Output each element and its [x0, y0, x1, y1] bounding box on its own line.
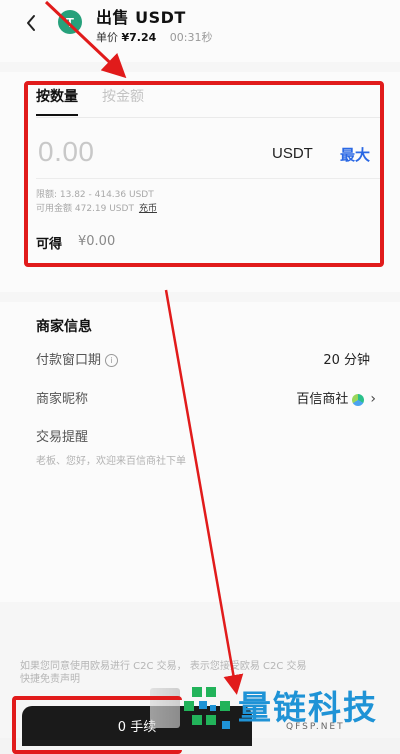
verified-badge-icon	[352, 393, 365, 406]
price-value: ¥7.24	[121, 31, 157, 44]
receive-value: ¥0.00	[78, 234, 116, 249]
tabs-divider	[36, 117, 380, 118]
merchant-nickname-link[interactable]: 百信商社 ›	[296, 388, 376, 407]
recharge-link[interactable]: 充币	[139, 204, 157, 214]
quantity-input[interactable]: 0.00	[38, 136, 95, 168]
price-label: 单价	[96, 31, 118, 44]
unit-label: USDT	[272, 145, 313, 162]
order-mode-tabs: 按数量 按金额	[36, 86, 144, 116]
info-icon[interactable]: i	[105, 354, 119, 367]
watermark-domain: QFSP.NET	[286, 722, 345, 732]
page-title: 出售 USDT	[96, 8, 186, 27]
available-text: 可用金额 472.19 USDT	[36, 204, 134, 214]
coin-symbol: T	[66, 14, 74, 30]
input-underline	[36, 178, 380, 179]
nickname-label: 商家昵称	[36, 392, 89, 407]
nickname-value: 百信商社	[296, 392, 349, 407]
back-button[interactable]	[20, 10, 44, 36]
chevron-right-icon: ›	[370, 391, 376, 407]
sell-usdt-screen: T 出售 USDT 单价 ¥7.24 00:31秒 按数量 按金额 0.00 U…	[0, 0, 400, 754]
remind-label: 交易提醒	[36, 430, 89, 445]
receive-label: 可得	[36, 237, 63, 252]
countdown-timer: 00:31秒	[169, 31, 213, 44]
limit-text: 限额: 13.82 - 414.36 USDT	[36, 190, 154, 200]
payment-window-label: 付款窗口期	[36, 353, 102, 368]
blurred-region	[150, 688, 180, 728]
max-button[interactable]: 最大	[340, 144, 370, 165]
price-row: 单价 ¥7.24 00:31秒	[96, 29, 213, 45]
tab-by-quantity[interactable]: 按数量	[36, 86, 78, 116]
remind-text: 老板、您好，欢迎来百信商社下单	[36, 456, 186, 467]
payment-window-value: 20 分钟	[323, 353, 370, 368]
header: T 出售 USDT 单价 ¥7.24 00:31秒	[0, 0, 400, 62]
disclaimer-line-1: 如果您同意使用欧易进行 C2C 交易， 表示您接受欧易 C2C 交易	[20, 661, 307, 672]
tab-by-amount[interactable]: 按金额	[102, 86, 144, 116]
usdt-coin-icon: T	[58, 10, 82, 34]
chevron-left-icon	[27, 15, 35, 31]
available-row: 可用金额 472.19 USDT 充币	[36, 201, 157, 214]
payment-window-row: 付款窗口期 i	[36, 349, 119, 368]
merchant-section-title: 商家信息	[36, 319, 92, 335]
